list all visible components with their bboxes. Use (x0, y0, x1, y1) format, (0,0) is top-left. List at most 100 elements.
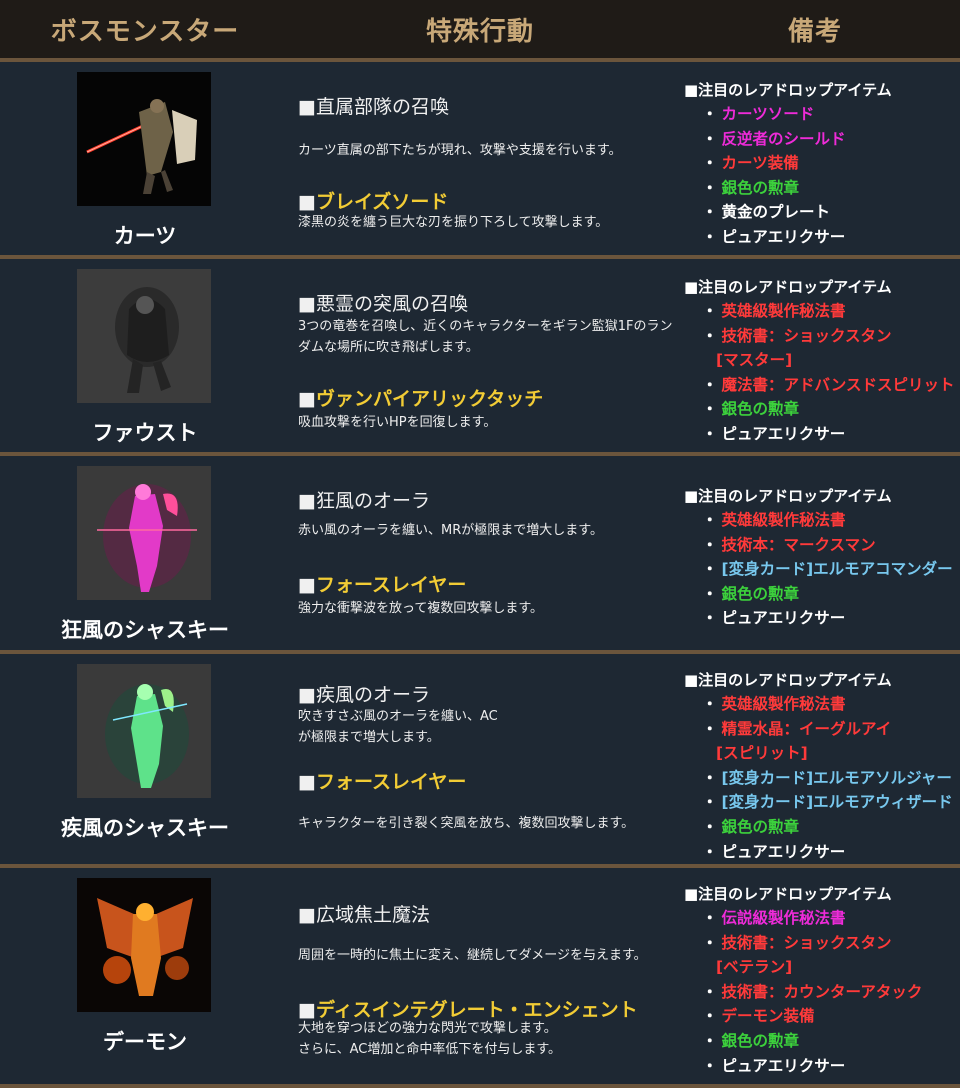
special-action-cell: ■直属部隊の召喚 カーツ直属の部下たちが現れ、攻撃や支援を行います。 ■ブレイズソー… (298, 62, 678, 255)
drop-item-text: 精霊水晶：イーグルアイ (721, 719, 892, 738)
boss-row: 狂風のシャスキー ■狂風のオーラ 赤い風のオーラを纏い、MRが極限まで増大します。 ■… (0, 456, 960, 654)
drop-item: ・ピュアエリクサー (702, 225, 846, 250)
drop-item-text: ピュアエリクサー (721, 1056, 846, 1075)
drop-item: ・技術書：ショックスタン (702, 324, 954, 349)
action-description: 吹きすさぶ風のオーラを纏い、AC が極限まで増大します。 (298, 709, 498, 745)
rare-drop-list: ・英雄級製作秘法書・技術書：ショックスタン [マスター] ・魔法書：アドバンスドスピ… (702, 299, 954, 447)
action-description: 赤い風のオーラを纏い、MRが極限まで増大します。 (298, 523, 603, 538)
drop-item: ・ [変身カード]エルモアコマンダー (702, 557, 953, 582)
drop-item-text: [スピリット] (716, 744, 808, 763)
square-bullet: ■ (298, 574, 316, 596)
action-title: ■悪霊の突風の召喚 (298, 289, 468, 316)
drop-item-text: 銀色の勲章 (721, 178, 800, 197)
drop-item: ・黄金のプレート (702, 200, 846, 225)
action-description: キャラクターを引き裂く突風を放ち、複数回攻撃します。 (298, 816, 635, 831)
action-title-text: 狂風のオーラ (315, 490, 430, 512)
action-description: 大地を穿つほどの強力な閃光で攻撃します。 さらに、AC増加と命中率低下を付与しま… (298, 1021, 562, 1057)
bullet-dot: ・ (702, 375, 718, 394)
bullet-dot: ・ (702, 793, 718, 812)
bullet-dot: ・ (702, 909, 718, 927)
drop-item-text: 銀色の勲章 (721, 400, 800, 419)
drop-item: [ベテラン] (702, 955, 922, 980)
drop-item: ・銀色の勲章 (702, 1029, 922, 1054)
drop-item: ・カーツ装備 (702, 151, 846, 176)
action-title: ■直属部隊の召喚 (298, 92, 449, 119)
rare-drop-heading: ■注目のレアドロップアイテム (684, 81, 892, 99)
bullet-dot: ・ (702, 203, 718, 222)
square-bullet: ■ (298, 191, 316, 213)
square-bullet: ■ (298, 293, 316, 315)
faust-ghost-portrait-icon (77, 269, 211, 403)
bullet-dot: ・ (702, 105, 718, 123)
drop-item-text: 黄金のプレート (721, 203, 831, 222)
drop-item-text: デーモン装備 (721, 1007, 815, 1026)
drop-item-text: ピュアエリクサー (721, 424, 846, 443)
drop-item: ・技術書：カウンターアタック (702, 980, 922, 1005)
bullet-dot: ・ (702, 326, 718, 345)
drop-item: [マスター] (702, 348, 954, 373)
notes-cell: ■注目のレアドロップアイテム・英雄級製作秘法書・精霊水晶：イーグルアイ [スピリッ… (684, 654, 960, 864)
header-boss: ボスモンスター (50, 16, 240, 47)
action-title: ■ヴァンパイアリックタッチ (298, 384, 543, 411)
drop-item: ・英雄級製作秘法書 (702, 299, 954, 324)
notes-cell: ■注目のレアドロップアイテム・カーツソード・反逆者のシールド・カーツ装備・銀色の… (684, 62, 960, 255)
drop-item: ・ [変身カード]エルモアソルジャー (702, 766, 953, 791)
drop-item-text: 銀色の勲章 (721, 817, 800, 836)
action-title-text: ブレイズソード (315, 191, 449, 213)
drop-item-text: [変身カード]エルモアウィザード (721, 793, 953, 812)
special-action-cell: ■狂風のオーラ赤い風のオーラを纏い、MRが極限まで増大します。 ■フォースレイヤー… (298, 456, 678, 650)
action-title-text: 広域焦土魔法 (315, 904, 430, 926)
action-title: ■フォースレイヤー (298, 767, 466, 794)
bullet-dot: ・ (702, 511, 718, 529)
drop-item: ・反逆者のシールド (702, 127, 846, 152)
boss-row: カーツ ■直属部隊の召喚 カーツ直属の部下たちが現れ、攻撃や支援を行います。 ■ブレイ… (0, 62, 960, 259)
bullet-dot: ・ (702, 227, 718, 246)
header-action: 特殊行動 (425, 16, 534, 47)
action-description: 周囲を一時的に焦土に変え、継続してダメージを与えます。 (298, 948, 647, 963)
action-title: ■疾風のオーラ (298, 680, 430, 707)
drop-item-text: ピュアエリクサー (721, 227, 846, 246)
special-action-cell: ■悪霊の突風の召喚 3つの竜巻を召喚し、近くのキャラクターをギラン監獄1Fのランダ… (298, 259, 678, 452)
drop-item: ・英雄級製作秘法書 (702, 692, 953, 717)
drop-item-text: 英雄級製作秘法書 (721, 695, 846, 713)
drop-item-text: 技術書：ショックスタン (721, 933, 892, 952)
bullet-dot: ・ (702, 842, 718, 861)
drop-item-text: [変身カード]エルモアコマンダー (721, 560, 953, 579)
drop-item-text: 銀色の勲章 (721, 584, 800, 603)
notes-cell: ■注目のレアドロップアイテム・英雄級製作秘法書・技術本：マークスマン・ [変身カー… (684, 456, 960, 650)
square-bullet: ■ (298, 96, 316, 118)
rare-drop-heading: ■注目のレアドロップアイテム (684, 885, 892, 903)
action-title-text: フォースレイヤー (315, 574, 467, 596)
bullet-dot: ・ (702, 178, 718, 197)
action-title: ■狂風のオーラ (298, 486, 430, 513)
bullet-dot: ・ (702, 584, 718, 603)
drop-item: ・銀色の勲章 (702, 582, 953, 607)
action-title-text: 直属部隊の召喚 (315, 96, 449, 118)
drop-item: ・ピュアエリクサー (702, 606, 953, 631)
drop-item: ・ピュアエリクサー (702, 1054, 922, 1079)
drop-item-text: 技術書：ショックスタン (721, 326, 892, 345)
shasky-red-portrait-icon (77, 466, 211, 600)
drop-item-text: カーツソード (721, 105, 815, 123)
drop-item: ・銀色の勲章 (702, 815, 953, 840)
rare-drop-heading: ■注目のレアドロップアイテム (684, 671, 892, 689)
bullet-dot: ・ (702, 695, 718, 713)
drop-item-text: [ベテラン] (716, 958, 793, 977)
rare-drop-list: ・カーツソード・反逆者のシールド・カーツ装備・銀色の勲章・黄金のプレート・ピュア… (702, 102, 846, 250)
demon-winged-portrait-icon (77, 878, 211, 1012)
drop-item-text: 技術書：カウンターアタック (721, 982, 923, 1001)
boss-row: デーモン ■広域焦土魔法 周囲を一時的に焦土に変え、継続してダメージを与えます。 ■ デ… (0, 868, 960, 1088)
action-description: 吸血攻撃を行いHPを回復します。 (298, 415, 497, 430)
bullet-dot: ・ (702, 1007, 718, 1026)
drop-item-text: [マスター] (716, 351, 793, 370)
drop-item: ・魔法書：アドバンスドスピリット (702, 373, 954, 398)
drop-item: [スピリット] (702, 741, 953, 766)
drop-item-text: 英雄級製作秘法書 (721, 511, 846, 529)
table-header: ボスモンスター 特殊行動 備考 (0, 0, 960, 62)
boss-name: カーツ (113, 224, 177, 248)
drop-item: ・ピュアエリクサー (702, 422, 954, 447)
bullet-dot: ・ (702, 817, 718, 836)
bullet-dot: ・ (702, 768, 718, 787)
drop-item: ・ピュアエリクサー (702, 840, 953, 865)
drop-item: ・銀色の勲章 (702, 397, 954, 422)
